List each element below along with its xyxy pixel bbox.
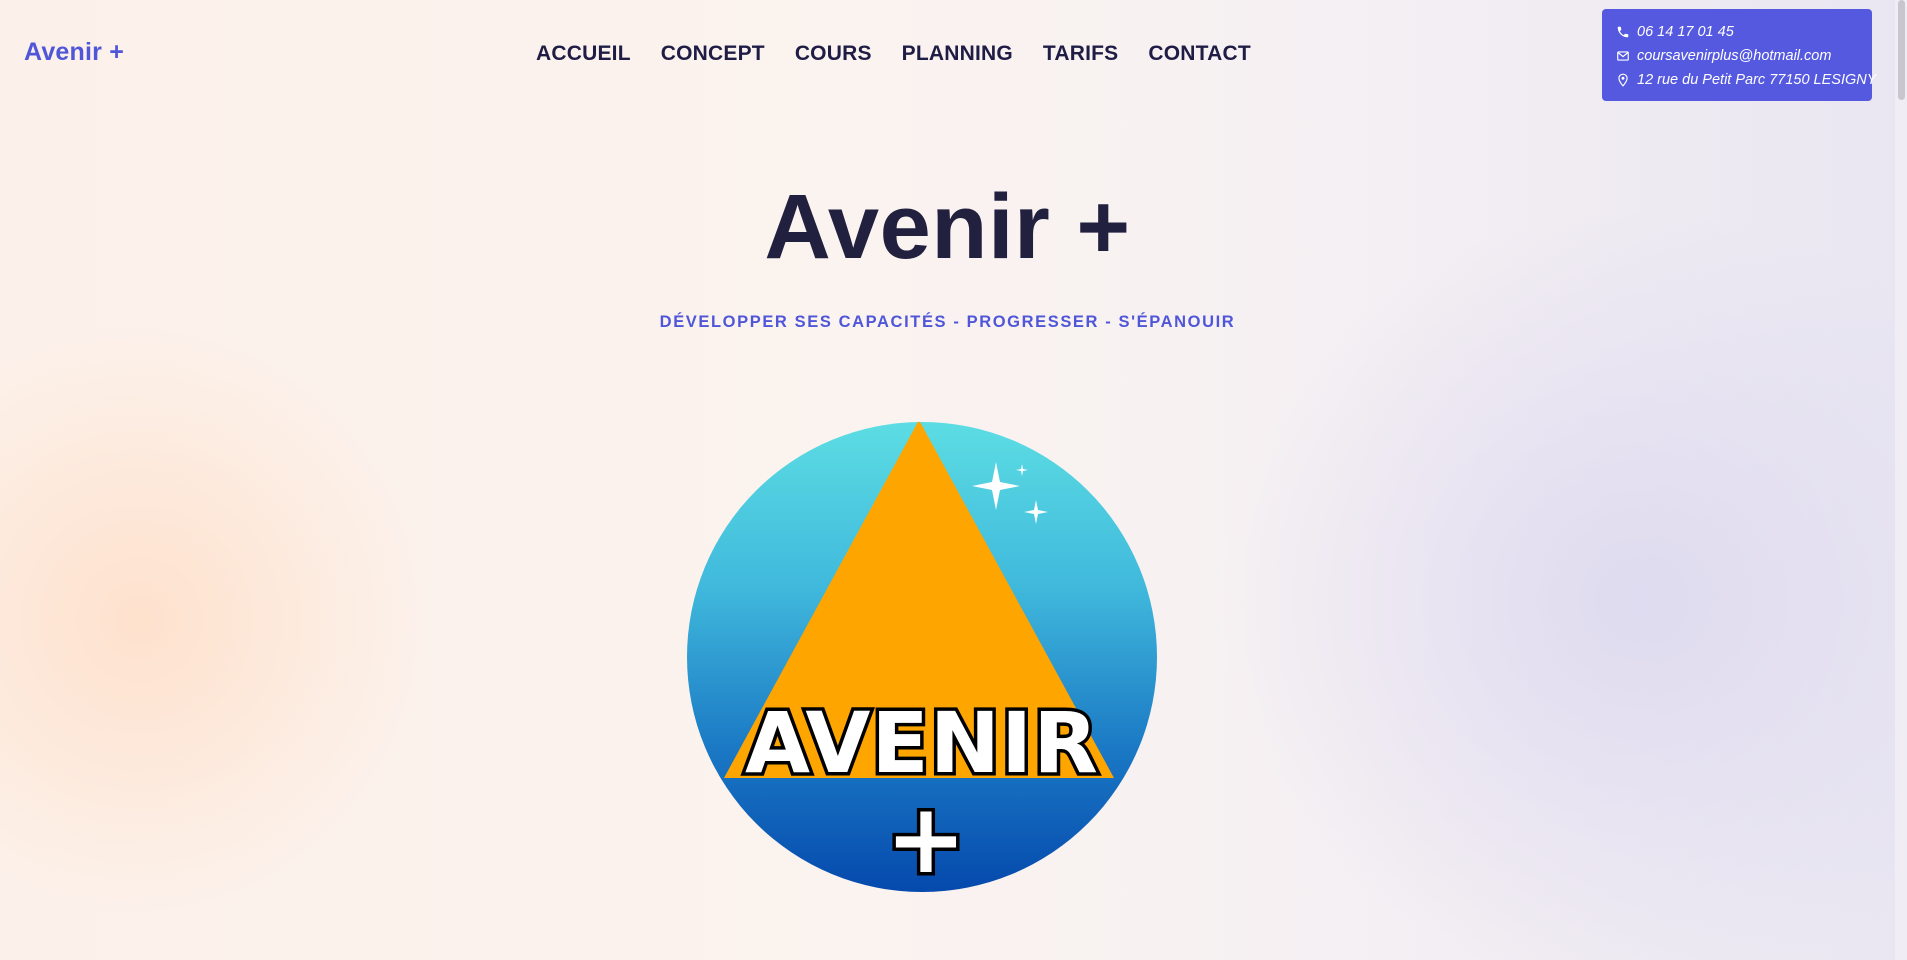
logo-plus-sign: + — [886, 783, 966, 894]
nav-item-contact[interactable]: CONTACT — [1148, 42, 1251, 66]
avenir-plus-logo: AVENIR + — [687, 422, 1157, 894]
nav-item-cours[interactable]: COURS — [795, 42, 872, 66]
hero-tagline: DÉVELOPPER SES CAPACITÉS - PROGRESSER - … — [659, 313, 1236, 331]
nav-item-tarifs[interactable]: TARIFS — [1043, 42, 1118, 66]
main-nav: ACCUEIL CONCEPT COURS PLANNING TARIFS CO… — [536, 42, 1251, 66]
page-scrollbar[interactable] — [1895, 0, 1907, 960]
contact-email-text: coursavenirplus@hotmail.com — [1637, 48, 1832, 64]
mail-icon — [1617, 51, 1629, 61]
hero-title: Avenir + — [764, 176, 1131, 278]
nav-item-planning[interactable]: PLANNING — [902, 42, 1013, 66]
contact-address[interactable]: 12 rue du Petit Parc 77150 LESIGNY — [1616, 68, 1876, 92]
phone-icon — [1617, 26, 1629, 38]
contact-address-text: 12 rue du Petit Parc 77150 LESIGNY — [1637, 72, 1877, 88]
brand-logo[interactable]: Avenir + — [24, 38, 124, 67]
logo-word: AVENIR — [745, 694, 1099, 792]
nav-item-accueil[interactable]: ACCUEIL — [536, 42, 631, 66]
scrollbar-thumb[interactable] — [1898, 0, 1905, 100]
contact-info-box: 06 14 17 01 45 coursavenirplus@hotmail.c… — [1602, 9, 1876, 101]
nav-item-concept[interactable]: CONCEPT — [661, 42, 765, 66]
contact-phone[interactable]: 06 14 17 01 45 — [1616, 20, 1872, 44]
map-pin-icon — [1618, 73, 1628, 87]
contact-phone-text: 06 14 17 01 45 — [1637, 24, 1734, 40]
contact-email[interactable]: coursavenirplus@hotmail.com — [1616, 44, 1872, 68]
